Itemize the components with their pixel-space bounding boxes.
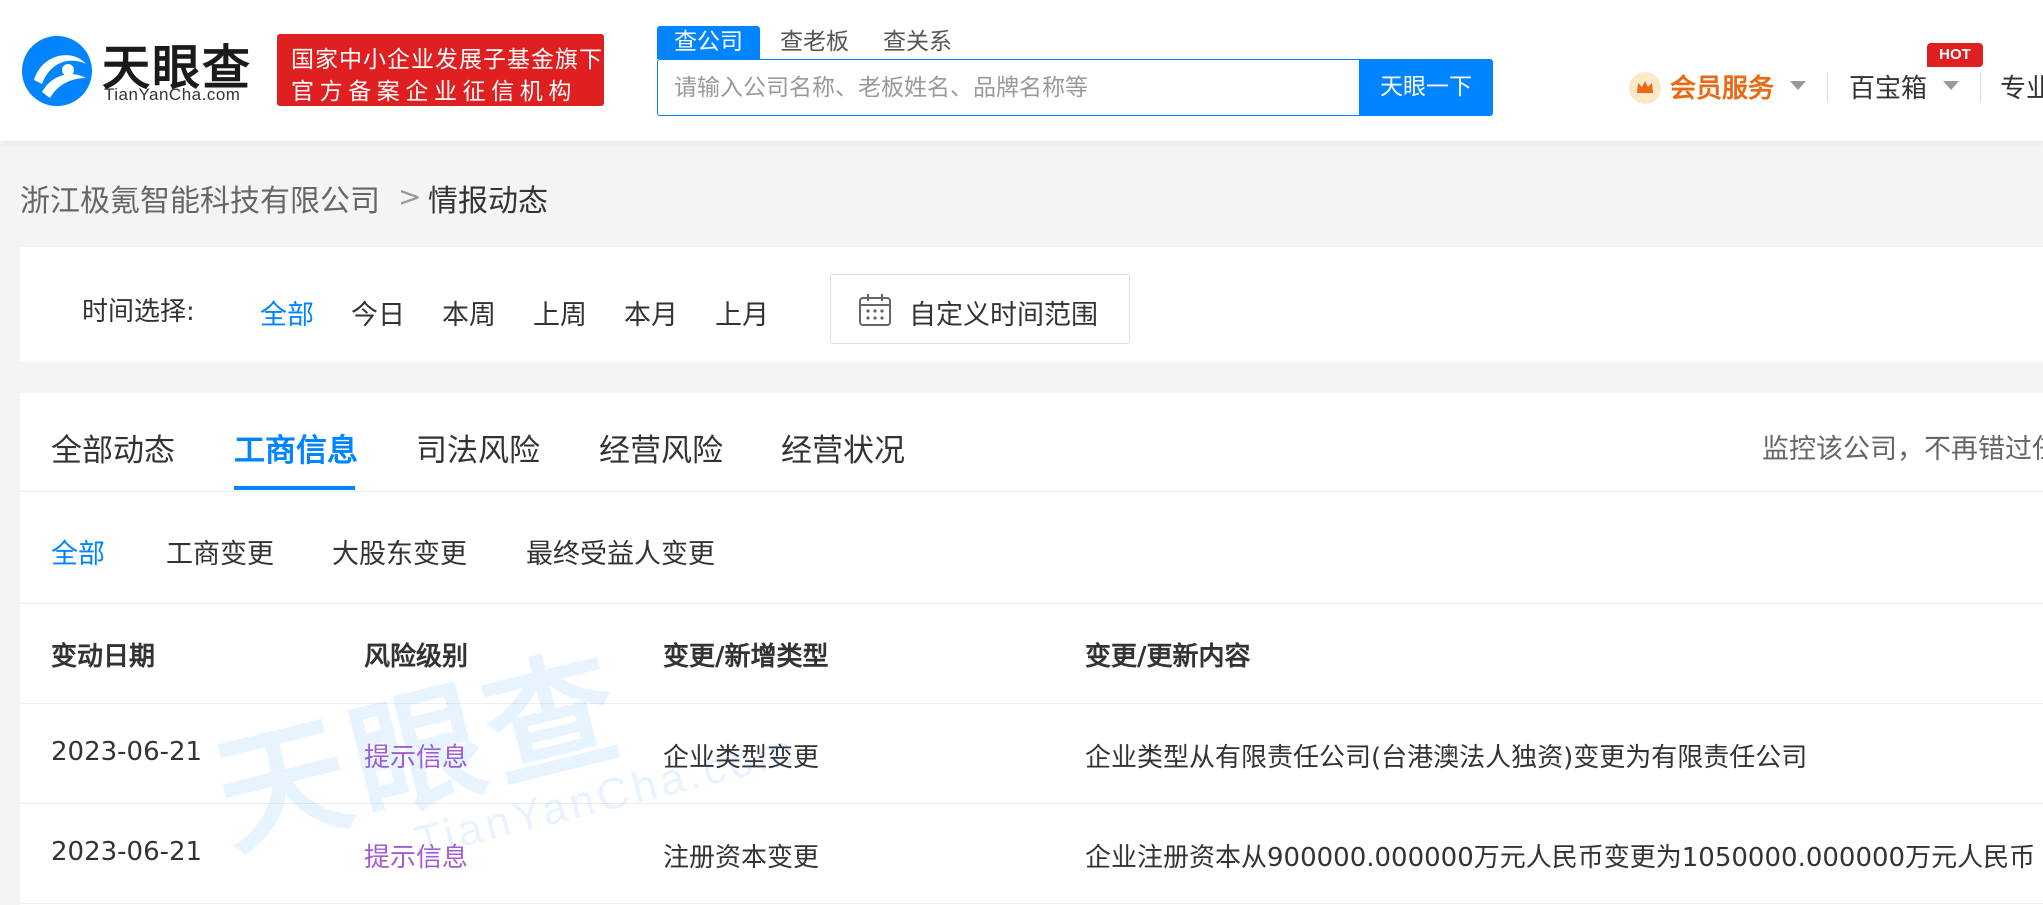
- time-filter-label: 时间选择:: [82, 297, 195, 327]
- row-risk-level[interactable]: 提示信息: [364, 737, 468, 774]
- chevron-right-icon: >: [398, 180, 422, 213]
- search-button[interactable]: 天眼一下: [1359, 59, 1493, 116]
- chevron-down-icon[interactable]: [1943, 81, 1959, 90]
- row-date: 2023-06-21: [51, 837, 203, 867]
- search-tab-boss[interactable]: 查老板: [763, 26, 866, 59]
- official-badge: 国家中小企业发展子基金旗下 官方备案企业征信机构: [277, 34, 604, 106]
- pro-menu[interactable]: 专业: [2000, 68, 2043, 105]
- chevron-down-icon[interactable]: [1790, 81, 1806, 90]
- custom-range-label: 自定义时间范围: [909, 300, 1098, 331]
- time-option-today[interactable]: 今日: [351, 293, 405, 332]
- row-divider: [20, 903, 2043, 904]
- row-change-content: 企业注册资本从900000.000000万元人民币变更为1050000.0000…: [1085, 843, 2036, 873]
- breadcrumb-company[interactable]: 浙江极氪智能科技有限公司: [20, 176, 380, 220]
- row-change-type: 注册资本变更: [663, 843, 820, 873]
- column-header-content: 变更/更新内容: [1085, 642, 1251, 672]
- row-risk-level[interactable]: 提示信息: [364, 837, 468, 874]
- time-option-last-week[interactable]: 上周: [533, 293, 587, 332]
- tab-business-info[interactable]: 工商信息: [234, 425, 358, 470]
- crown-icon: [1629, 72, 1661, 104]
- badge-line-2: 官方备案企业征信机构: [291, 79, 577, 105]
- row-date: 2023-06-21: [51, 737, 203, 767]
- hot-badge: HOT: [1927, 43, 1983, 67]
- column-header-type: 变更/新增类型: [663, 642, 829, 672]
- search-tab-company[interactable]: 查公司: [657, 26, 760, 59]
- time-option-all[interactable]: 全部: [260, 293, 314, 332]
- active-tab-indicator: [234, 486, 355, 490]
- tab-divider: [20, 491, 2043, 492]
- row-change-content: 企业类型从有限责任公司(台港澳法人独资)变更为有限责任公司: [1085, 743, 1808, 773]
- subtab-beneficiary-change[interactable]: 最终受益人变更: [526, 532, 715, 571]
- table-top-line: [20, 603, 2043, 604]
- nav-divider: [1827, 72, 1828, 102]
- tianyancha-logo-icon[interactable]: [20, 34, 94, 108]
- tab-judicial-risk[interactable]: 司法风险: [416, 425, 540, 470]
- tab-operating-status[interactable]: 经营状况: [781, 425, 905, 470]
- custom-range-button[interactable]: 自定义时间范围: [830, 274, 1130, 344]
- search-box: [657, 59, 1359, 116]
- row-divider: [20, 803, 2043, 804]
- treasure-box-menu[interactable]: 百宝箱: [1849, 68, 1927, 105]
- table-header-line: [20, 703, 2043, 704]
- time-option-this-week[interactable]: 本周: [442, 293, 496, 332]
- column-header-risk: 风险级别: [364, 642, 469, 672]
- time-option-this-month[interactable]: 本月: [624, 293, 678, 332]
- vip-service-menu[interactable]: 会员服务: [1670, 68, 1774, 105]
- column-header-date: 变动日期: [51, 642, 156, 672]
- subtab-all[interactable]: 全部: [51, 532, 105, 571]
- breadcrumb-current: 情报动态: [428, 184, 548, 219]
- subtab-business-change[interactable]: 工商变更: [166, 532, 274, 571]
- search-tab-relation[interactable]: 查关系: [866, 26, 969, 59]
- calendar-icon: [859, 294, 891, 326]
- monitor-company-link[interactable]: 监控该公司，不再错过任: [1762, 427, 2043, 466]
- tab-operating-risk[interactable]: 经营风险: [599, 425, 723, 470]
- tab-all-news[interactable]: 全部动态: [51, 425, 175, 470]
- nav-divider: [1980, 72, 1981, 102]
- logo-domain: TianYanCha.com: [104, 85, 241, 104]
- time-option-last-month[interactable]: 上月: [715, 293, 769, 332]
- row-change-type: 企业类型变更: [663, 743, 820, 773]
- badge-line-1: 国家中小企业发展子基金旗下: [291, 47, 603, 73]
- search-input[interactable]: [658, 60, 1359, 115]
- subtab-major-shareholder-change[interactable]: 大股东变更: [332, 532, 467, 571]
